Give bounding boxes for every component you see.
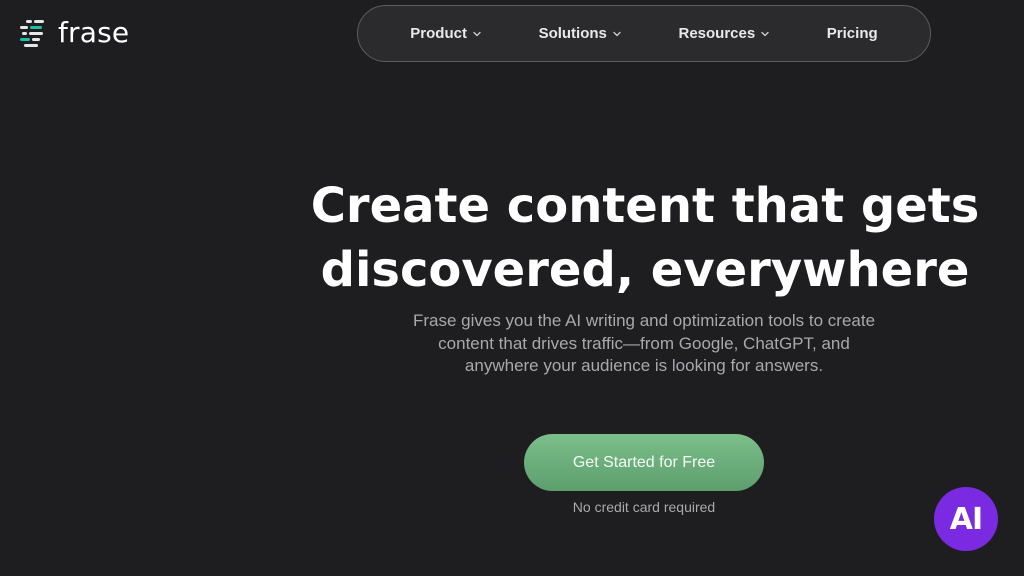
ai-badge-label: AI bbox=[949, 501, 983, 537]
hero-title-line: discovered, everywhere bbox=[320, 242, 970, 298]
hero-subtitle: Frase gives you the AI writing and optim… bbox=[340, 310, 948, 378]
hero-subtitle-line: Frase gives you the AI writing and optim… bbox=[412, 311, 876, 330]
nav-item-label: Resources bbox=[678, 25, 756, 42]
page: frase Product Solutions Resources Pricin… bbox=[0, 0, 1024, 576]
nav-item-resources[interactable]: Resources bbox=[678, 25, 770, 42]
frase-logo-icon bbox=[20, 20, 44, 47]
ai-badge[interactable]: AI bbox=[934, 487, 998, 551]
nav-item-label: Solutions bbox=[538, 25, 607, 42]
hero-subtitle-line: content that drives traffic—from Google,… bbox=[438, 333, 850, 353]
chevron-down-icon bbox=[761, 31, 769, 36]
nav-item-pricing[interactable]: Pricing bbox=[827, 25, 878, 42]
nav-item-label: Product bbox=[410, 25, 467, 42]
hero-title: Create content that gets discovered, eve… bbox=[300, 174, 990, 302]
nav-item-label: Pricing bbox=[826, 25, 878, 42]
main-nav: Product Solutions Resources Pricing bbox=[357, 5, 931, 62]
nav-item-solutions[interactable]: Solutions bbox=[539, 25, 622, 42]
chevron-down-icon bbox=[613, 31, 621, 36]
brand-logo[interactable]: frase bbox=[18, 16, 129, 50]
brand-name: frase bbox=[58, 16, 130, 49]
nav-item-product[interactable]: Product bbox=[410, 25, 482, 42]
get-started-button[interactable]: Get Started for Free bbox=[524, 434, 764, 491]
hero-title-line: Create content that gets bbox=[310, 178, 980, 234]
no-credit-card-note: No credit card required bbox=[572, 499, 716, 515]
chevron-down-icon bbox=[473, 31, 481, 36]
hero-subtitle-line: anywhere your audience is looking for an… bbox=[464, 356, 824, 375]
